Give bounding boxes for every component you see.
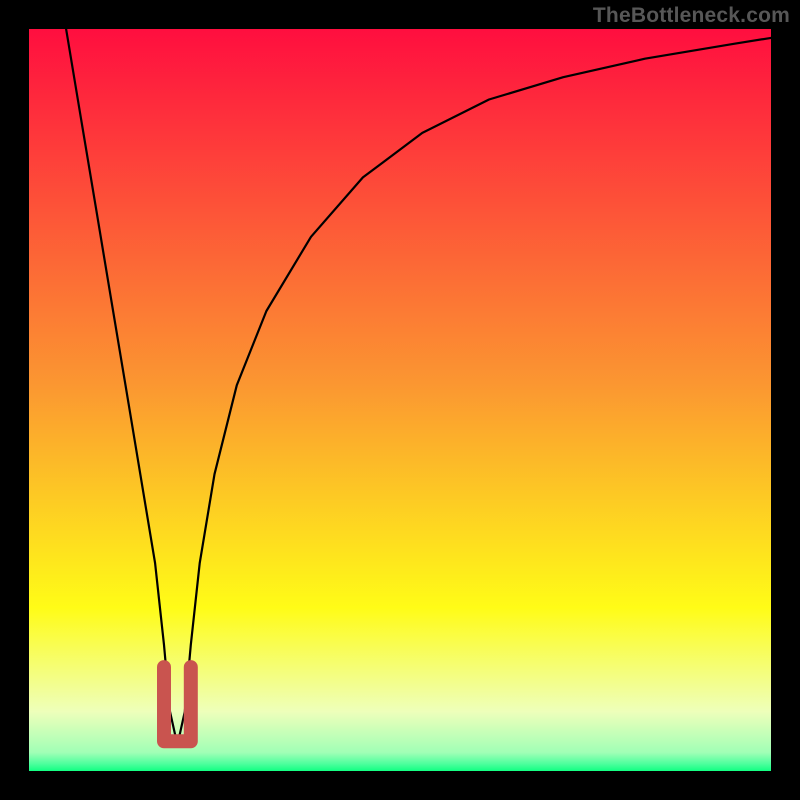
bottleneck-curve — [29, 29, 771, 771]
optimal-marker — [164, 667, 191, 741]
curve-path — [66, 29, 771, 745]
chart-frame: TheBottleneck.com — [0, 0, 800, 800]
plot-area — [29, 29, 771, 771]
watermark-text: TheBottleneck.com — [593, 4, 790, 28]
